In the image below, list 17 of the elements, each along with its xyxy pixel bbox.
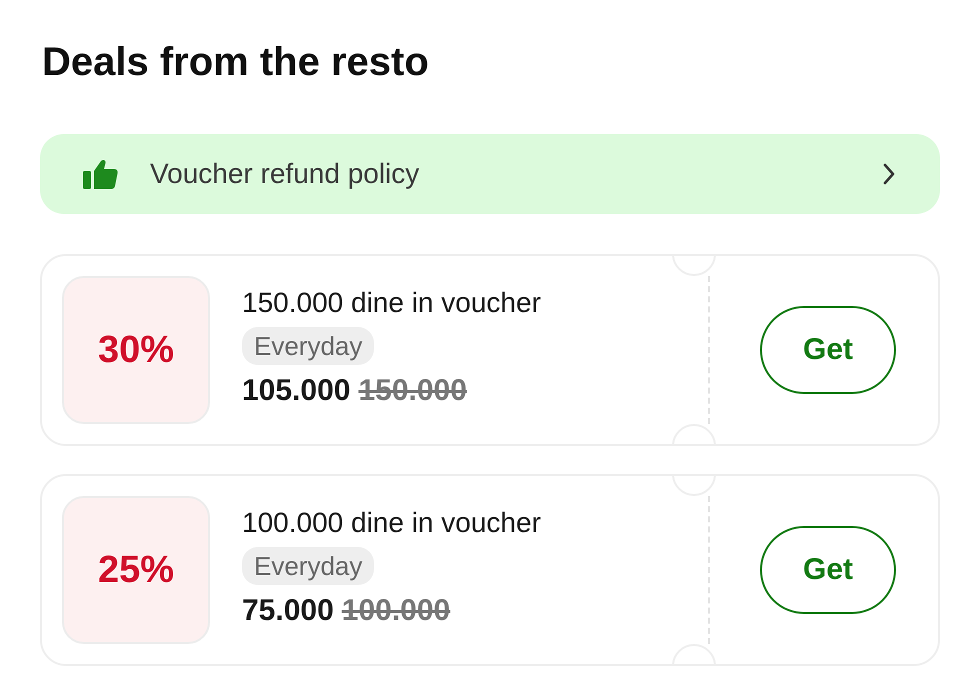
original-price: 150.000 (358, 374, 467, 406)
original-price: 100.000 (342, 594, 450, 626)
day-tag: Everyday (242, 326, 374, 364)
banner-label: Voucher refund policy (150, 158, 420, 190)
discount-badge: 25% (62, 496, 210, 644)
policy-banner[interactable]: Voucher refund policy (40, 134, 940, 214)
price: 105.000 (242, 374, 350, 406)
chevron-right-icon (882, 162, 896, 186)
price: 75.000 (242, 594, 334, 626)
voucher-name: 100.000 dine in voucher (242, 506, 542, 540)
discount-badge: 30% (62, 276, 210, 424)
voucher-name: 150.000 dine in voucher (242, 286, 542, 320)
get-button[interactable]: Get (760, 526, 896, 614)
get-button[interactable]: Get (760, 306, 896, 394)
day-tag: Everyday (242, 546, 374, 584)
thumbs-up-icon (82, 158, 118, 190)
section-title: Deals from the resto (42, 39, 430, 86)
